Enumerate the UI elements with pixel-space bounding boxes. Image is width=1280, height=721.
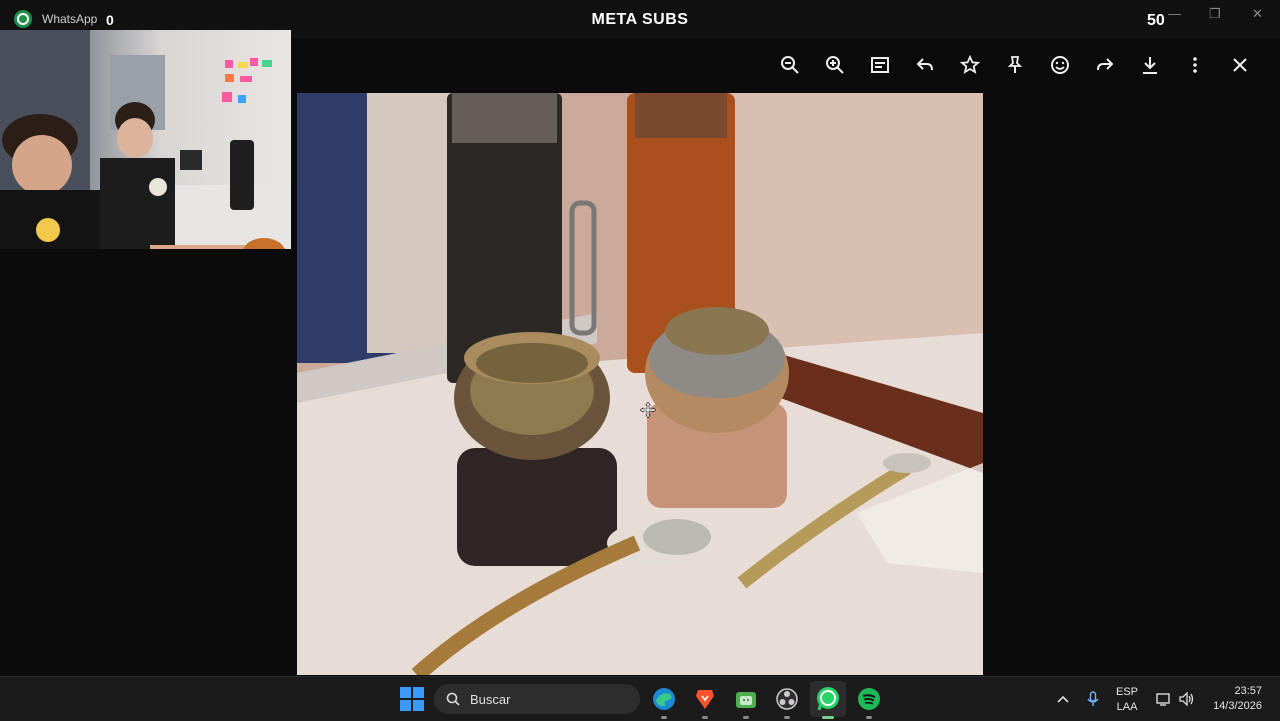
overlay-counter-right: 50 (1147, 12, 1165, 29)
android-studio-icon (736, 692, 756, 708)
forward-icon (1096, 58, 1113, 71)
clock-date: 14/3/2026 (1213, 700, 1262, 712)
download-icon (1142, 57, 1157, 74)
search-icon (446, 692, 460, 706)
taskbar-app-edge[interactable] (650, 685, 678, 719)
taskbar-app-whatsapp[interactable] (814, 685, 842, 719)
star-icon (959, 55, 980, 74)
taskbar-clock[interactable]: 23:57 14/3/2026 (1213, 684, 1262, 714)
reply-icon (916, 58, 933, 71)
start-button[interactable] (400, 687, 424, 711)
zoom-in-button[interactable] (812, 48, 857, 82)
taskbar-app-obs[interactable] (773, 685, 801, 719)
input-language-indicator[interactable]: ESP LAA (1116, 685, 1138, 715)
zoom-in-icon (825, 56, 844, 74)
close-icon (1232, 58, 1247, 72)
clock-time: 23:57 (1234, 685, 1262, 697)
keyboard-layout: LAA (1116, 701, 1138, 713)
caption-button[interactable] (857, 48, 902, 82)
media-viewer-toolbar (767, 48, 1262, 82)
media-image[interactable] (297, 93, 983, 675)
webcam-overlay (0, 30, 291, 249)
forward-button[interactable] (1082, 48, 1127, 82)
taskbar-app-spotify[interactable] (855, 685, 883, 719)
download-button[interactable] (1127, 48, 1172, 82)
webcam-feed-image (0, 30, 291, 249)
tray-overflow-button[interactable] (1056, 677, 1070, 721)
windows-taskbar: Buscar ESP LAA 23:57 14/3/2026 (0, 676, 1280, 721)
window-close-button[interactable]: ✕ (1252, 6, 1263, 22)
obs-icon (776, 688, 798, 710)
windows-logo-icon (400, 687, 411, 698)
minimize-button[interactable]: — (1168, 6, 1181, 21)
edge-icon (653, 688, 675, 710)
taskbar-app-brave[interactable] (691, 685, 719, 719)
volume-button[interactable] (1179, 677, 1195, 721)
zoom-out-icon (780, 56, 799, 74)
reply-button[interactable] (902, 48, 947, 82)
more-options-button[interactable] (1172, 48, 1217, 82)
star-button[interactable] (947, 48, 992, 82)
brave-icon (696, 690, 714, 709)
taskbar-search[interactable]: Buscar (434, 684, 640, 714)
network-button[interactable] (1156, 677, 1172, 721)
caption-icon (870, 57, 889, 73)
pin-icon (1007, 56, 1022, 73)
microphone-icon (1087, 691, 1099, 706)
zoom-out-button[interactable] (767, 48, 812, 82)
search-placeholder: Buscar (470, 691, 511, 707)
emoji-icon (1050, 56, 1069, 74)
network-icon (1156, 693, 1170, 706)
more-icon (1192, 57, 1197, 73)
taskbar-app-android[interactable] (732, 685, 760, 719)
move-cursor-icon (639, 401, 657, 423)
spotify-icon (858, 688, 880, 710)
stream-channel-title: META SUBS (591, 11, 689, 28)
mate-gourds-photo (297, 93, 983, 675)
speaker-icon (1179, 692, 1194, 706)
react-button[interactable] (1037, 48, 1082, 82)
language-code: ESP (1116, 686, 1139, 698)
microphone-button[interactable] (1086, 677, 1100, 721)
maximize-button[interactable]: ❐ (1209, 6, 1221, 22)
viewer-close-button[interactable] (1217, 48, 1262, 82)
pin-button[interactable] (992, 48, 1037, 82)
whatsapp-icon (817, 687, 839, 711)
chevron-up-icon (1057, 695, 1069, 703)
